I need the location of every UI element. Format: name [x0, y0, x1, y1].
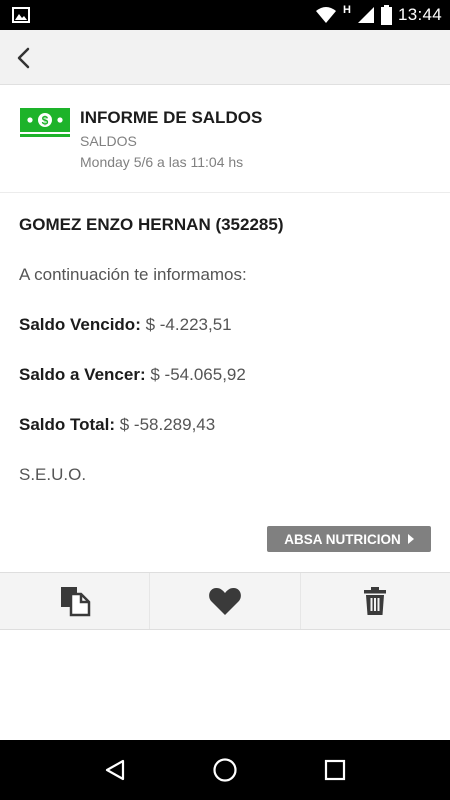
sender-tag-button[interactable]: ABSA NUTRICION — [267, 526, 431, 552]
triangle-back-icon — [105, 759, 125, 781]
favorite-button[interactable] — [150, 573, 301, 629]
app-bar — [0, 30, 450, 85]
image-icon — [12, 7, 30, 23]
balance-label: Saldo a Vencer: — [19, 365, 146, 384]
svg-text:$: $ — [42, 114, 49, 128]
message-title: INFORME DE SALDOS — [80, 108, 263, 127]
balance-label: Saldo Total: — [19, 415, 116, 434]
circle-home-icon — [213, 758, 237, 782]
disclaimer-text: S.E.U.O. — [19, 465, 87, 484]
trash-icon — [364, 587, 387, 615]
back-button[interactable] — [4, 38, 44, 78]
nav-back-button[interactable] — [95, 750, 135, 790]
balance-row-overdue: Saldo Vencido: $ -4.223,51 — [19, 315, 232, 335]
balance-value: $ -58.289,43 — [119, 415, 216, 434]
action-bar — [0, 572, 450, 630]
nav-recents-button[interactable] — [315, 750, 355, 790]
back-arrow-icon — [17, 47, 30, 69]
copy-button[interactable] — [0, 573, 151, 629]
delete-button[interactable] — [301, 573, 450, 629]
status-time: 13:44 — [397, 5, 442, 24]
wifi-icon — [316, 7, 336, 23]
signal-icon — [357, 7, 374, 23]
nav-home-button[interactable] — [205, 750, 245, 790]
system-nav-bar — [0, 740, 450, 800]
status-bar: H 13:44 — [0, 0, 450, 30]
status-icons: H 13:44 — [315, 0, 442, 30]
heart-icon — [209, 588, 241, 615]
intro-text: A continuación te informamos: — [19, 265, 247, 284]
square-recents-icon — [324, 759, 346, 781]
copy-icon — [60, 587, 90, 617]
message-header: $ INFORME DE SALDOS SALDOS Monday 5/6 a … — [0, 86, 450, 193]
message-category: SALDOS — [80, 133, 137, 149]
balance-value: $ -4.223,51 — [145, 315, 232, 334]
balance-row-upcoming: Saldo a Vencer: $ -54.065,92 — [19, 365, 246, 385]
sender-tag-label: ABSA NUTRICION — [284, 531, 401, 547]
message-datetime: Monday 5/6 a las 11:04 hs — [80, 154, 244, 170]
battery-icon — [380, 5, 392, 25]
play-arrow-icon — [407, 534, 414, 544]
balance-value: $ -54.065,92 — [150, 365, 246, 384]
money-bill-icon: $ — [20, 108, 70, 137]
network-type-label: H — [343, 4, 351, 16]
client-name: GOMEZ ENZO HERNAN (352285) — [19, 215, 284, 234]
balance-label: Saldo Vencido: — [19, 315, 141, 334]
balance-row-total: Saldo Total: $ -58.289,43 — [19, 415, 215, 435]
